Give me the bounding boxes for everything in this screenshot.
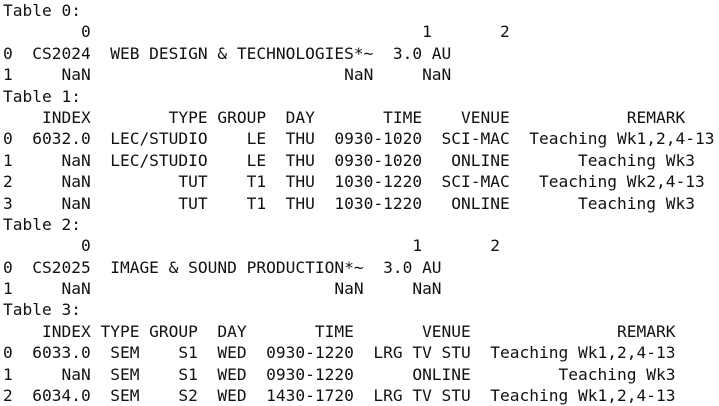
table-1-row-1: 1 NaN LEC/STUDIO LE THU 0930-1020 ONLINE… — [3, 150, 695, 170]
table-3-row-2: 2 6034.0 SEM S2 WED 1430-1720 LRG TV STU… — [3, 386, 676, 406]
table-0-row-0: 0 CS2024 WEB DESIGN & TECHNOLOGIES*~ 3.0… — [3, 43, 452, 63]
console-output: Table 0: 0 1 2 0 CS2024 WEB DESIGN & TEC… — [3, 0, 717, 406]
table-0-heading: Table 0: — [3, 1, 81, 20]
table-0-row-1: 1 NaN NaN NaN — [3, 65, 452, 85]
table-2-header-row: 0 1 2 — [3, 236, 501, 256]
table-1-header-row: INDEX TYPE GROUP DAY TIME VENUE REMARK — [3, 107, 686, 127]
table-3-header-row: INDEX TYPE GROUP DAY TIME VENUE REMARK — [3, 321, 676, 341]
table-0-header-row: 0 1 2 — [3, 22, 510, 42]
table-2-row-0: 0 CS2025 IMAGE & SOUND PRODUCTION*~ 3.0 … — [3, 257, 442, 277]
table-3-row-0: 0 6033.0 SEM S1 WED 0930-1220 LRG TV STU… — [3, 343, 676, 363]
table-1-row-0: 0 6032.0 LEC/STUDIO LE THU 0930-1020 SCI… — [3, 129, 715, 149]
table-3-heading: Table 3: — [3, 300, 81, 320]
table-3-row-1: 1 NaN SEM S1 WED 0930-1220 ONLINE Teachi… — [3, 364, 676, 384]
table-1-row-2: 2 NaN TUT T1 THU 1030-1220 SCI-MAC Teach… — [3, 172, 705, 192]
table-1-heading: Table 1: — [3, 86, 81, 106]
table-2-row-1: 1 NaN NaN NaN — [3, 279, 442, 299]
table-2-heading: Table 2: — [3, 214, 81, 234]
table-1-row-3: 3 NaN TUT T1 THU 1030-1220 ONLINE Teachi… — [3, 193, 695, 213]
